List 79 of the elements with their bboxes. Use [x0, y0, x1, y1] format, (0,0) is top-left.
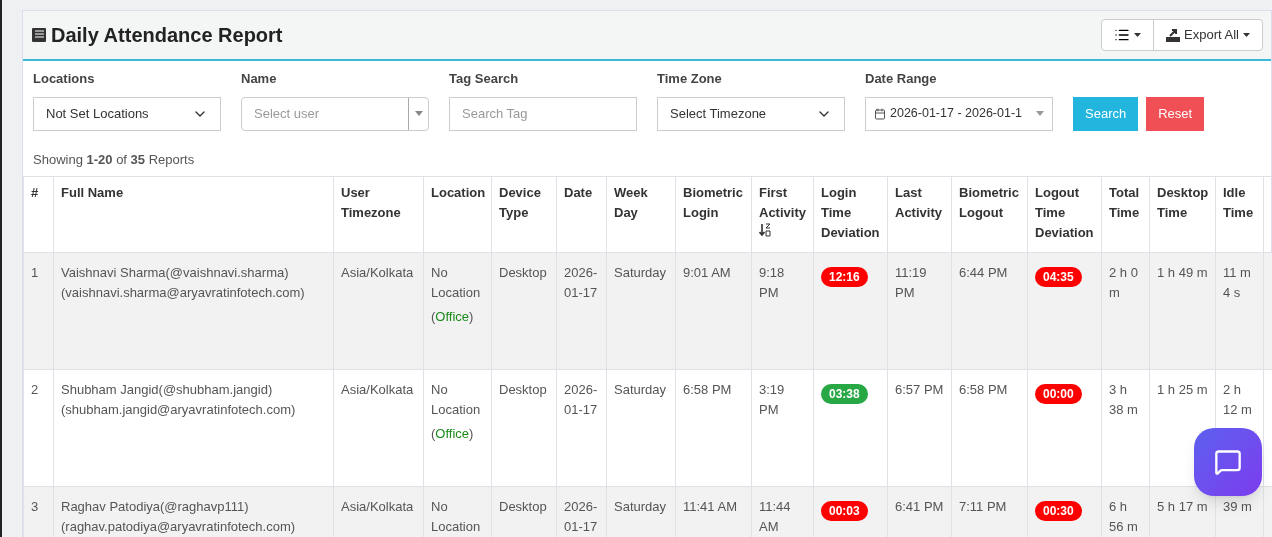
input-field[interactable]: Search Tag	[449, 96, 637, 131]
table-cell: Raghav Patodiya(@raghavp111)	[61, 499, 249, 514]
table-cell: (raghav.patodiya@aryavratinfotech.com)	[61, 519, 296, 534]
table-cell: 6:44 PM	[959, 265, 1008, 280]
table-cell: Asia/Kolkata	[341, 499, 414, 514]
table-cell: 2	[31, 382, 39, 397]
select-field[interactable]: Select Timezone	[657, 96, 845, 131]
location-type: (Office)	[431, 426, 474, 441]
deviation-badge: 00:03	[821, 501, 868, 521]
page-title: Daily Attendance Report	[51, 23, 283, 48]
deviation-badge: 00:00	[1035, 384, 1082, 404]
chat-icon	[1214, 448, 1242, 476]
caret-icon	[1036, 111, 1044, 116]
column-header[interactable]: Date	[564, 183, 599, 203]
caret-icon	[1243, 33, 1250, 37]
table-cell: No Location	[431, 499, 481, 534]
table-cell: (vaishnavi.sharma@aryavratinfotech.com)	[61, 285, 305, 300]
calendar-icon	[874, 107, 886, 120]
table-cell: 6:41 PM	[895, 499, 944, 514]
table-cell: 6:58 PM	[959, 382, 1008, 397]
table-cell: Shubham Jangid(@shubham.jangid)	[61, 382, 273, 397]
column-header[interactable]: #	[31, 183, 46, 203]
table-cell: 1	[31, 265, 39, 280]
table-cell: 2026-01-17	[564, 499, 598, 534]
table-cell: 9:01 AM	[683, 265, 731, 280]
table-cell: 3	[31, 499, 39, 514]
table-cell: 2 h 12 m	[1223, 382, 1252, 417]
table-cell: 6:57 PM	[895, 382, 944, 397]
table-cell: 5 h 17 m	[1157, 499, 1208, 514]
table-cell: 2 h 0 m	[1109, 265, 1138, 300]
table-cell: Desktop	[499, 382, 547, 397]
table-cell: No Location	[431, 382, 481, 417]
table-cell: 7:11 PM	[959, 499, 1007, 514]
sort-icon	[759, 223, 771, 237]
table-cell: Desktop	[499, 265, 547, 280]
table-cell: 11:19 PM	[895, 265, 927, 300]
table-cell: Vaishnavi Sharma(@vaishnavi.sharma)	[61, 265, 289, 280]
field-label: Locations	[33, 70, 96, 88]
list-icon	[1114, 27, 1131, 43]
table-cell: 2026-01-17	[564, 382, 598, 417]
date-range-field[interactable]: 2026-01-17 - 2026-01-1	[865, 96, 1053, 131]
table-cell: Saturday	[614, 265, 667, 280]
export-icon	[1166, 28, 1181, 42]
select-field[interactable]: Not Set Locations	[33, 96, 221, 131]
table-cell: 6 h 56 m	[1109, 499, 1138, 534]
deviation-badge: 00:30	[1035, 501, 1082, 521]
table-cell: Asia/Kolkata	[341, 265, 414, 280]
results-summary: Showing 1-20 of 35 Reports	[33, 151, 195, 167]
deviation-badge: 12:16	[821, 267, 868, 287]
deviation-badge: 04:35	[1035, 267, 1082, 287]
table-cell: 9:18 PM	[759, 265, 785, 300]
table-cell: No Location	[431, 265, 481, 300]
caret-icon	[414, 111, 423, 116]
deviation-badge: 03:38	[821, 384, 868, 404]
location-type: (Office)	[431, 309, 474, 324]
field-label: Time Zone	[657, 70, 723, 88]
table-cell: 1 h 49 m	[1157, 265, 1208, 280]
table-cell: 11 m 4 s	[1223, 265, 1251, 300]
table-cell: Saturday	[614, 499, 667, 514]
column-header[interactable]: Location	[431, 183, 484, 203]
table-cell: 39 m	[1223, 499, 1252, 514]
field-label: Tag Search	[449, 70, 520, 88]
table-cell: Saturday	[614, 382, 667, 397]
caret-icon	[1134, 33, 1142, 37]
table-cell: 1 h 25 m	[1157, 382, 1208, 397]
table-cell: Desktop	[499, 499, 547, 514]
table-cell: 11:44 AM	[759, 499, 791, 534]
book-icon	[31, 27, 47, 43]
table-cell: 3 h 38 m	[1109, 382, 1138, 417]
reset-button[interactable]: Reset	[1146, 96, 1205, 131]
field-label: Date Range	[865, 70, 938, 88]
table-cell: 11:41 AM	[683, 499, 737, 514]
table-cell: 2026-01-17	[564, 265, 598, 300]
table-cell: (shubham.jangid@aryavratinfotech.com)	[61, 402, 296, 417]
chat-button[interactable]	[1194, 428, 1262, 496]
table-cell: 6:58 PM	[683, 382, 732, 397]
table-cell: Asia/Kolkata	[341, 382, 414, 397]
field-label: Name	[241, 70, 278, 88]
table-cell: 3:19 PM	[759, 382, 785, 417]
